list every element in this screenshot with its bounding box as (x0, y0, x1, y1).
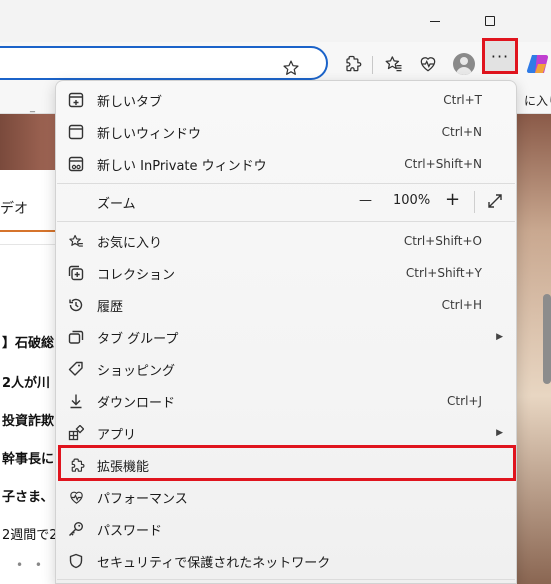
new-tab-icon (67, 91, 85, 109)
menu-item-label: パフォーマンス (97, 491, 188, 507)
settings-menu: 新しいタブ Ctrl+T 新しいウィンドウ Ctrl+N 新しい InPriva… (55, 80, 517, 584)
menu-separator (57, 221, 515, 222)
address-bar[interactable] (0, 46, 328, 80)
menu-item-shortcut: Ctrl+H (441, 298, 482, 312)
avatar (453, 53, 475, 75)
password-key-icon (67, 520, 85, 538)
menu-item-shortcut: Ctrl+Shift+Y (405, 266, 482, 280)
minimize-icon (430, 20, 440, 22)
zoom-label: ズーム (97, 196, 136, 212)
menu-item-new-tab[interactable]: 新しいタブ Ctrl+T (57, 84, 515, 116)
zoom-in-button[interactable]: + (445, 189, 460, 210)
news-headline[interactable]: 2週間で2 (2, 524, 58, 543)
menu-item-label: 新しいウィンドウ (97, 126, 202, 142)
menu-item-secure-network[interactable]: セキュリティで保護されたネットワーク (57, 545, 515, 577)
title-bar (0, 0, 551, 42)
menu-item-label: 履歴 (97, 299, 124, 315)
performance-icon (67, 488, 85, 506)
menu-item-collections[interactable]: コレクション Ctrl+Shift+Y (57, 257, 515, 289)
maximize-icon (485, 16, 495, 26)
tab-groups-icon (67, 328, 85, 346)
news-headline[interactable]: 子さま、 (2, 486, 53, 505)
menu-item-history[interactable]: 履歴 Ctrl+H (57, 289, 515, 321)
copilot-icon[interactable] (526, 53, 551, 75)
news-headline[interactable]: 幹事長に (2, 448, 54, 467)
toolbar-divider (372, 56, 373, 74)
menu-item-shortcut: Ctrl+T (443, 93, 482, 107)
menu-item-shortcut: Ctrl+N (441, 125, 482, 139)
menu-item-label: アプリ (97, 427, 137, 443)
maximize-button[interactable] (467, 0, 513, 42)
menu-separator (57, 183, 515, 184)
menu-item-passwords[interactable]: パスワード (57, 513, 515, 545)
menu-item-performance[interactable]: パフォーマンス (57, 481, 515, 513)
menu-item-label: パスワード (97, 523, 163, 539)
page-tab-underline (0, 230, 56, 232)
menu-item-new-inprivate-window[interactable]: 新しい InPrivate ウィンドウ Ctrl+Shift+N (57, 148, 515, 180)
page-divider (0, 244, 56, 245)
news-headline[interactable]: 投資詐欺 (2, 410, 54, 429)
menu-item-downloads[interactable]: ダウンロード Ctrl+J (57, 385, 515, 417)
news-headline[interactable]: 2人が川 (2, 372, 50, 391)
submenu-arrow-icon: ▶ (496, 332, 503, 342)
page-tab-label[interactable]: デオ (0, 198, 28, 218)
menu-item-favorites[interactable]: お気に入り Ctrl+Shift+O (57, 225, 515, 257)
page-scrollbar[interactable] (543, 294, 551, 384)
submenu-arrow-icon: ▶ (496, 428, 503, 438)
collections-icon (67, 264, 85, 282)
favorite-star-icon[interactable] (282, 59, 300, 77)
download-icon (67, 392, 85, 410)
apps-icon (67, 424, 85, 442)
performance-icon[interactable] (416, 52, 440, 76)
menu-item-zoom: ズーム — 100% + (57, 185, 515, 219)
fullscreen-icon[interactable] (487, 193, 503, 209)
menu-item-label: 新しいタブ (97, 94, 163, 110)
favorites-icon (67, 232, 85, 250)
favorites-bar-text[interactable]: に入り (524, 92, 551, 109)
news-headline[interactable]: 】石破総 (2, 332, 54, 351)
menu-item-label: ダウンロード (97, 395, 176, 411)
profile-avatar[interactable] (452, 52, 476, 76)
favorites-bar-marker: _ (30, 102, 35, 113)
menu-item-shortcut: Ctrl+Shift+O (403, 234, 482, 248)
menu-item-new-window[interactable]: 新しいウィンドウ Ctrl+N (57, 116, 515, 148)
shopping-tag-icon (67, 360, 85, 378)
menu-item-label: セキュリティで保護されたネットワーク (97, 555, 331, 571)
menu-item-shopping[interactable]: ショッピング (57, 353, 515, 385)
extensions-highlight-box (58, 445, 516, 481)
menu-item-shortcut: Ctrl+J (447, 394, 482, 408)
zoom-level: 100% (393, 193, 431, 208)
menu-item-label: 新しい InPrivate ウィンドウ (97, 158, 267, 174)
zoom-divider (474, 191, 475, 213)
extensions-icon[interactable] (340, 52, 364, 76)
settings-and-more-button[interactable]: ··· (482, 38, 518, 74)
menu-separator (57, 579, 515, 580)
inprivate-window-icon (67, 155, 85, 173)
menu-item-label: コレクション (97, 267, 176, 283)
hero-image-left (0, 114, 60, 170)
favorites-icon[interactable] (382, 52, 406, 76)
menu-item-shortcut: Ctrl+Shift+N (404, 157, 482, 171)
new-window-icon (67, 123, 85, 141)
menu-item-label: ショッピング (97, 363, 176, 379)
menu-item-label: タブ グループ (97, 331, 179, 347)
menu-item-tab-groups[interactable]: タブ グループ ▶ (57, 321, 515, 353)
minimize-button[interactable] (412, 0, 458, 42)
secure-network-shield-icon (67, 552, 85, 570)
history-icon (67, 296, 85, 314)
zoom-out-button[interactable]: — (359, 193, 372, 208)
menu-item-label: お気に入り (97, 235, 163, 251)
